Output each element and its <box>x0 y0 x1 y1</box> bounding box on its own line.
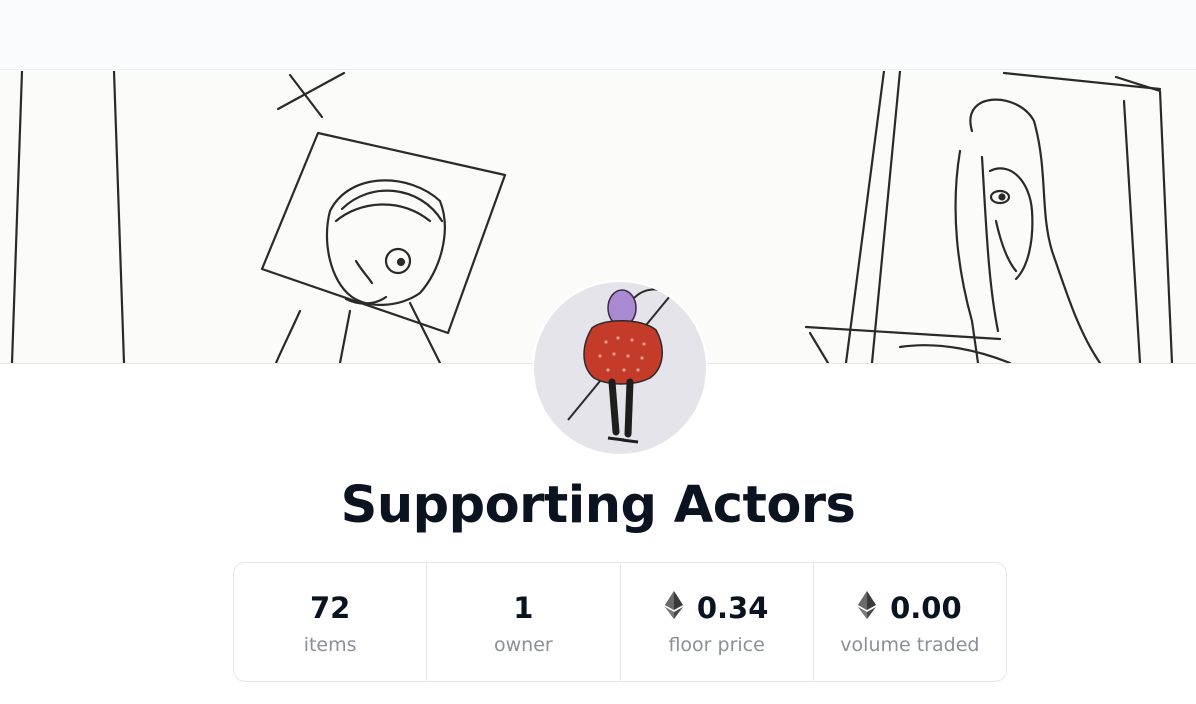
character-avatar-image <box>567 288 671 444</box>
stat-volume-traded-label: volume traded <box>840 634 980 656</box>
stat-items-value: 72 <box>310 588 350 628</box>
stat-owners-label: owner <box>494 634 553 656</box>
stat-floor-price-label: floor price <box>668 634 765 656</box>
top-navigation-bar <box>0 0 1196 70</box>
ethereum-icon <box>664 590 683 626</box>
stat-items-number: 72 <box>309 591 351 625</box>
ethereum-icon <box>858 590 877 626</box>
stat-items-label: items <box>303 634 357 656</box>
stat-owners-value: 1 <box>513 588 533 628</box>
stat-volume-traded[interactable]: 0.00 volume traded <box>814 563 1006 681</box>
stat-volume-traded-number: 0.00 <box>890 591 962 625</box>
stat-items[interactable]: 72 items <box>234 563 428 681</box>
stat-volume-traded-value: 0.00 <box>858 588 962 628</box>
collection-stats-panel: 72 items 1 owner 0.34 floor price 0.00 v… <box>233 562 1007 682</box>
stat-floor-price[interactable]: 0.34 floor price <box>621 563 814 681</box>
stat-owners-number: 1 <box>513 591 534 625</box>
stat-owners[interactable]: 1 owner <box>427 563 621 681</box>
stat-floor-price-value: 0.34 <box>664 588 769 628</box>
collection-title: Supporting Actors <box>340 476 856 535</box>
stat-floor-price-number: 0.34 <box>696 591 769 625</box>
collection-avatar <box>532 280 708 456</box>
